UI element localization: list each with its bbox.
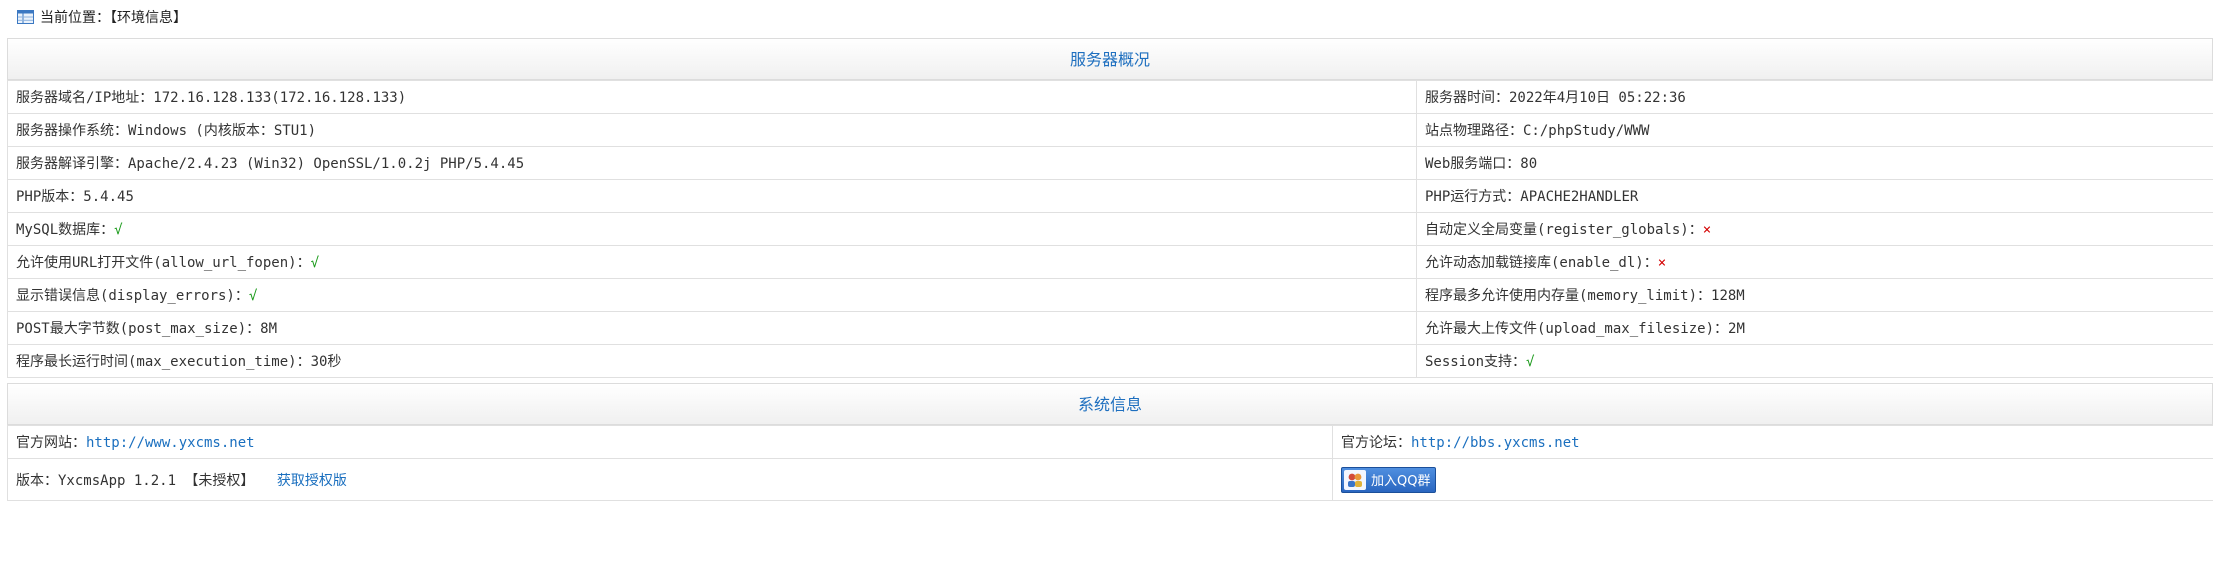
table-row: 官方网站：http://www.yxcms.net 官方论坛：http://bb… <box>7 425 2213 459</box>
join-qq-group-button[interactable]: 加入QQ群 <box>1341 466 1437 493</box>
info-label: 自动定义全局变量(register_globals)： <box>1425 222 1703 238</box>
get-license-link[interactable]: 获取授权版 <box>277 473 347 489</box>
info-cell: 站点物理路径：C:/phpStudy/WWW <box>1416 113 2213 147</box>
info-cell: 服务器域名/IP地址：172.16.128.133(172.16.128.133… <box>7 80 1417 114</box>
info-label: 服务器操作系统： <box>16 123 128 139</box>
breadcrumb: 当前位置：【环境信息】 <box>17 7 187 27</box>
info-value: 2022年4月10日 05:22:36 <box>1509 90 1686 106</box>
table-row: 服务器解译引擎：Apache/2.4.23 (Win32) OpenSSL/1.… <box>7 146 2213 180</box>
table-row: 显示错误信息(display_errors)：√ 程序最多允许使用内存量(memo… <box>7 278 2213 312</box>
forum-cell: 官方论坛：http://bbs.yxcms.net <box>1332 425 2213 459</box>
table-row: 程序最长运行时间(max_execution_time)：30秒 Session支… <box>7 344 2213 378</box>
table-row: PHP版本：5.4.45 PHP运行方式：APACHE2HANDLER <box>7 179 2213 213</box>
info-value: 2M <box>1728 321 1745 337</box>
check-mark-icon: √ <box>114 222 123 238</box>
info-label: 服务器域名/IP地址： <box>16 90 154 106</box>
info-cell: POST最大字节数(post_max_size)：8M <box>7 311 1417 345</box>
official-site-label: 官方网站： <box>16 435 86 451</box>
info-label: PHP运行方式： <box>1425 189 1521 205</box>
table-row: 服务器操作系统：Windows (内核版本：STU1) 站点物理路径：C:/php… <box>7 113 2213 147</box>
system-info-title: 系统信息 <box>7 383 2213 425</box>
check-mark-icon: √ <box>248 288 258 304</box>
check-mark-icon: √ <box>1526 354 1535 370</box>
qq-group-icon <box>1344 469 1366 490</box>
info-cell: 程序最长运行时间(max_execution_time)：30秒 <box>7 344 1417 378</box>
info-cell: 允许最大上传文件(upload_max_filesize)：2M <box>1416 311 2213 345</box>
table-row: POST最大字节数(post_max_size)：8M 允许最大上传文件(uplo… <box>7 311 2213 345</box>
table-icon <box>17 10 34 24</box>
forum-link[interactable]: http://bbs.yxcms.net <box>1411 435 1580 451</box>
qq-button-label: 加入QQ群 <box>1371 474 1431 489</box>
info-value: 5.4.45 <box>83 189 134 205</box>
info-cell: PHP运行方式：APACHE2HANDLER <box>1416 179 2213 213</box>
info-value: APACHE2HANDLER <box>1520 189 1639 205</box>
official-site-link[interactable]: http://www.yxcms.net <box>86 435 255 451</box>
system-info-table: 官方网站：http://www.yxcms.net 官方论坛：http://bb… <box>7 425 2213 501</box>
version-label: 版本： <box>16 472 58 489</box>
qq-group-cell: 加入QQ群 <box>1332 458 2213 501</box>
table-row: 服务器域名/IP地址：172.16.128.133(172.16.128.133… <box>7 80 2213 114</box>
info-value: 8M <box>260 321 278 337</box>
table-row: 允许使用URL打开文件(allow_url_fopen)：√ 允许动态加载链接库(… <box>7 245 2213 279</box>
info-value: C:/phpStudy/WWW <box>1523 123 1650 139</box>
info-label: 允许最大上传文件(upload_max_filesize)： <box>1425 321 1729 337</box>
info-value: 128M <box>1711 288 1745 304</box>
check-mark-icon: √ <box>310 255 320 271</box>
server-info-table: 服务器域名/IP地址：172.16.128.133(172.16.128.133… <box>7 80 2213 378</box>
info-value: 80 <box>1520 156 1538 172</box>
info-value: 172.16.128.133(172.16.128.133) <box>153 90 407 106</box>
version-value: YxcmsApp 1.2.1 【未授权】 <box>58 472 255 489</box>
info-cell: 程序最多允许使用内存量(memory_limit)：128M <box>1416 278 2213 312</box>
info-label: 允许使用URL打开文件(allow_url_fopen)： <box>16 255 311 271</box>
info-cell: 服务器解译引擎：Apache/2.4.23 (Win32) OpenSSL/1.… <box>7 146 1417 180</box>
info-cell: Session支持：√ <box>1416 344 2213 378</box>
info-cell: 显示错误信息(display_errors)：√ <box>7 278 1417 312</box>
info-label: 显示错误信息(display_errors)： <box>16 288 249 304</box>
info-cell: Web服务端口：80 <box>1416 146 2213 180</box>
info-value: 30秒 <box>310 354 342 370</box>
info-label: MySQL数据库： <box>16 222 115 238</box>
cross-mark-icon: × <box>1657 255 1667 271</box>
info-cell: 服务器时间：2022年4月10日 05:22:36 <box>1416 80 2213 114</box>
info-value: Apache/2.4.23 (Win32) OpenSSL/1.0.2j PHP… <box>128 156 525 172</box>
official-site-cell: 官方网站：http://www.yxcms.net <box>7 425 1333 459</box>
server-overview-title: 服务器概况 <box>7 38 2213 80</box>
info-label: 站点物理路径： <box>1425 123 1523 139</box>
version-cell: 版本：YxcmsApp 1.2.1 【未授权】 获取授权版 <box>7 458 1333 501</box>
info-label: 程序最长运行时间(max_execution_time)： <box>16 354 311 370</box>
info-cell: 自动定义全局变量(register_globals)：× <box>1416 212 2213 246</box>
info-label: 服务器时间： <box>1425 90 1509 106</box>
system-info-panel: 系统信息 官方网站：http://www.yxcms.net 官方论坛：http… <box>7 383 2213 501</box>
server-overview-panel: 服务器概况 服务器域名/IP地址：172.16.128.133(172.16.1… <box>7 38 2213 378</box>
info-label: Web服务端口： <box>1425 156 1521 172</box>
info-cell: MySQL数据库：√ <box>7 212 1417 246</box>
info-label: POST最大字节数(post_max_size)： <box>16 321 261 337</box>
info-label: Session支持： <box>1425 354 1527 370</box>
info-cell: 允许动态加载链接库(enable_dl)：× <box>1416 245 2213 279</box>
info-cell: 允许使用URL打开文件(allow_url_fopen)：√ <box>7 245 1417 279</box>
info-value: Windows (内核版本：STU1) <box>128 123 317 139</box>
table-row: MySQL数据库：√ 自动定义全局变量(register_globals)：× <box>7 212 2213 246</box>
info-label: 允许动态加载链接库(enable_dl)： <box>1425 255 1658 271</box>
cross-mark-icon: × <box>1702 222 1712 238</box>
info-label: 服务器解译引擎： <box>16 156 128 172</box>
breadcrumb-label: 当前位置：【环境信息】 <box>40 10 187 26</box>
info-label: PHP版本： <box>16 189 84 205</box>
info-cell: 服务器操作系统：Windows (内核版本：STU1) <box>7 113 1417 147</box>
info-label: 程序最多允许使用内存量(memory_limit)： <box>1425 288 1712 304</box>
info-cell: PHP版本：5.4.45 <box>7 179 1417 213</box>
table-row: 版本：YxcmsApp 1.2.1 【未授权】 获取授权版 加入QQ群 <box>7 458 2213 501</box>
forum-label: 官方论坛： <box>1341 435 1411 451</box>
